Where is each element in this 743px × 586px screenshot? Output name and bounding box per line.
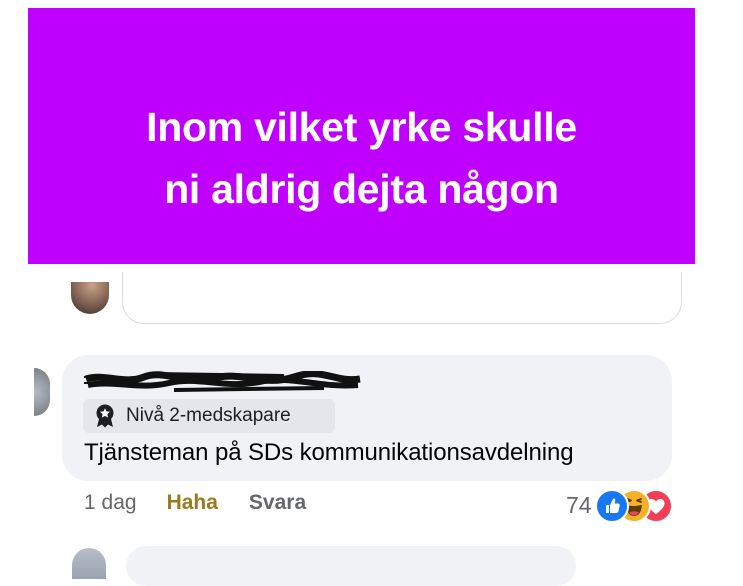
avatar[interactable] (34, 368, 50, 416)
reaction-count: 74 (566, 491, 592, 518)
author-name-redacted[interactable] (84, 371, 362, 393)
reaction-button[interactable]: Haha (167, 491, 218, 515)
post-banner: Inom vilket yrke skulle ni aldrig dejta … (28, 8, 695, 264)
comment-bubble: Nivå 2-medskapare Tjänsteman på SDs komm… (62, 355, 672, 481)
redaction-scribble (84, 371, 361, 392)
comment-timestamp[interactable]: 1 dag (84, 491, 137, 515)
previous-comment-bubble[interactable] (122, 272, 682, 324)
contributor-badge[interactable]: Nivå 2-medskapare (83, 399, 335, 433)
post-text-line-2: ni aldrig dejta någon (164, 166, 559, 212)
post-text: Inom vilket yrke skulle ni aldrig dejta … (146, 96, 577, 220)
comment-text: Tjänsteman på SDs kommunikationsavdelnin… (84, 439, 574, 466)
comment-actions: 1 dag Haha Svara (84, 491, 306, 515)
like-icon (594, 489, 629, 523)
reactions-summary[interactable]: 74 (566, 489, 683, 523)
reaction-icons (594, 489, 683, 523)
avatar[interactable] (72, 548, 106, 579)
post-text-line-1: Inom vilket yrke skulle (146, 104, 577, 150)
avatar[interactable] (71, 282, 109, 314)
top-fan-badge-icon (94, 404, 116, 428)
badge-label: Nivå 2-medskapare (126, 405, 291, 426)
next-comment-bubble (126, 546, 576, 586)
reply-button[interactable]: Svara (249, 491, 306, 515)
